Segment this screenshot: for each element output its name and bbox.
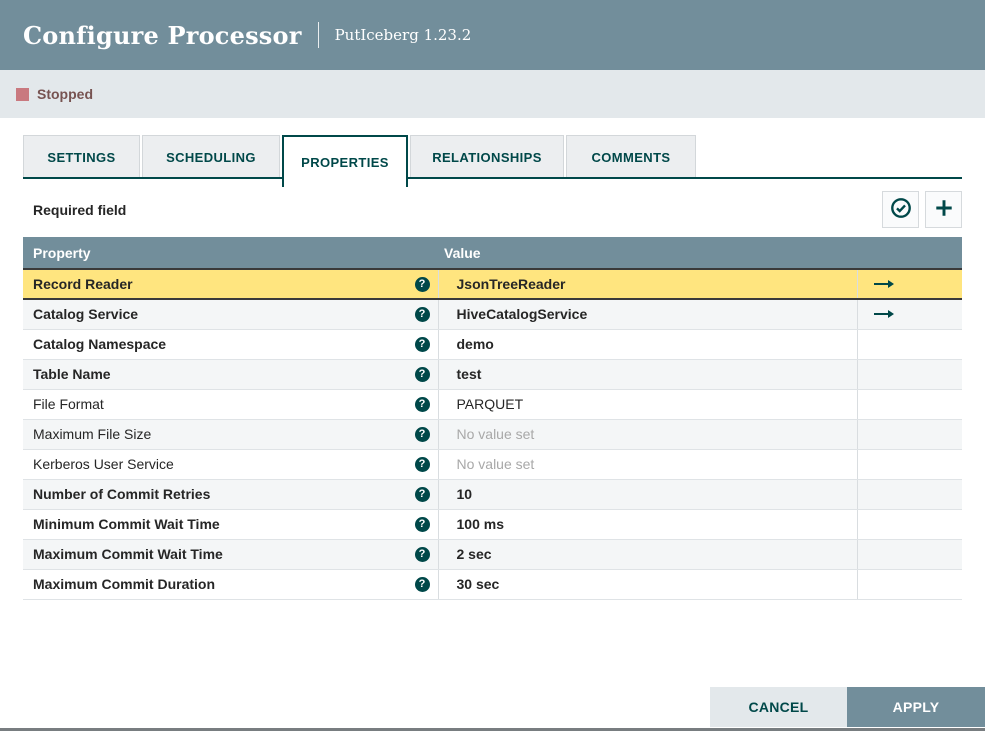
property-value[interactable]: No value set: [457, 426, 535, 442]
help-icon[interactable]: ?: [414, 276, 430, 292]
property-row[interactable]: Minimum Commit Wait Time? 100 ms: [23, 509, 962, 540]
apply-button[interactable]: APPLY: [847, 687, 985, 727]
property-value[interactable]: HiveCatalogService: [457, 306, 588, 322]
property-name: Maximum Commit Duration: [33, 576, 216, 592]
property-name: Minimum Commit Wait Time: [33, 516, 220, 532]
status-bar: Stopped: [0, 70, 985, 118]
tab-settings[interactable]: SETTINGS: [23, 135, 140, 179]
dialog-content: SETTINGS SCHEDULING PROPERTIES RELATIONSHIP…: [0, 135, 985, 600]
property-value[interactable]: 2 sec: [457, 546, 492, 562]
property-value[interactable]: No value set: [457, 456, 535, 472]
property-row[interactable]: Record Reader? JsonTreeReader: [23, 268, 962, 300]
processor-name-version: PutIceberg 1.23.2: [334, 26, 472, 44]
property-value[interactable]: 30 sec: [457, 576, 500, 592]
properties-toolbar: Required field: [23, 191, 962, 228]
help-icon[interactable]: ?: [414, 426, 430, 442]
property-value[interactable]: test: [457, 366, 482, 382]
property-value[interactable]: PARQUET: [457, 396, 524, 412]
help-icon[interactable]: ?: [414, 306, 430, 322]
property-name: Number of Commit Retries: [33, 486, 211, 502]
goto-service-button[interactable]: [873, 307, 894, 322]
property-row[interactable]: Number of Commit Retries? 10: [23, 479, 962, 510]
add-property-button[interactable]: [925, 191, 962, 228]
property-name: Maximum File Size: [33, 426, 152, 442]
tab-bar: SETTINGS SCHEDULING PROPERTIES RELATIONSHIP…: [23, 135, 962, 187]
property-row[interactable]: Table Name? test: [23, 359, 962, 390]
properties-table: Property Value Record Reader? JsonTreeRea…: [23, 237, 962, 600]
property-name: Catalog Namespace: [33, 336, 167, 352]
property-name: Maximum Commit Wait Time: [33, 546, 223, 562]
property-name: Catalog Service: [33, 306, 139, 323]
goto-service-button[interactable]: [873, 277, 894, 292]
help-icon[interactable]: ?: [414, 456, 430, 472]
toolbar-actions: [882, 191, 962, 228]
column-header-value: Value: [438, 237, 857, 269]
property-name: Table Name: [33, 366, 111, 382]
help-icon[interactable]: ?: [414, 576, 430, 592]
property-row[interactable]: Maximum Commit Duration? 30 sec: [23, 569, 962, 600]
help-icon[interactable]: ?: [414, 366, 430, 382]
property-value[interactable]: 10: [457, 486, 473, 502]
column-header-goto: [857, 237, 962, 269]
property-name: Record Reader: [33, 276, 133, 292]
property-name: File Format: [33, 396, 104, 412]
help-icon[interactable]: ?: [414, 336, 430, 352]
tab-relationships[interactable]: RELATIONSHIPS: [410, 135, 564, 179]
arrow-right-icon: [873, 307, 894, 322]
property-value[interactable]: 100 ms: [457, 516, 504, 532]
dialog-header: Configure Processor PutIceberg 1.23.2: [0, 0, 985, 70]
property-name: Kerberos User Service: [33, 456, 174, 472]
dialog-footer: CANCEL APPLY: [710, 687, 985, 727]
plus-icon: [933, 197, 955, 222]
help-icon[interactable]: ?: [414, 486, 430, 502]
stopped-icon: [16, 87, 29, 101]
help-icon[interactable]: ?: [414, 516, 430, 532]
property-row[interactable]: Catalog Service? HiveCatalogService: [23, 299, 962, 330]
arrow-right-icon: [873, 277, 894, 292]
check-circle-icon: [890, 197, 912, 222]
tab-comments[interactable]: COMMENTS: [566, 135, 696, 179]
property-value[interactable]: JsonTreeReader: [457, 276, 566, 292]
property-row[interactable]: Kerberos User Service? No value set: [23, 449, 962, 480]
cancel-button[interactable]: CANCEL: [710, 687, 847, 727]
help-icon[interactable]: ?: [414, 546, 430, 562]
tab-scheduling[interactable]: SCHEDULING: [142, 135, 280, 179]
table-header-row: Property Value: [23, 237, 962, 269]
title-separator: [317, 22, 319, 48]
dialog-title: Configure Processor: [23, 20, 302, 50]
help-icon[interactable]: ?: [414, 396, 430, 412]
verify-properties-button[interactable]: [882, 191, 919, 228]
property-row[interactable]: File Format? PARQUET: [23, 389, 962, 420]
property-row[interactable]: Maximum File Size? No value set: [23, 419, 962, 450]
property-value[interactable]: demo: [457, 336, 494, 352]
required-field-label: Required field: [33, 201, 127, 218]
property-row[interactable]: Maximum Commit Wait Time? 2 sec: [23, 539, 962, 570]
status-label: Stopped: [37, 86, 93, 102]
property-row[interactable]: Catalog Namespace? demo: [23, 329, 962, 360]
column-header-property: Property: [23, 237, 438, 269]
configure-processor-dialog: Configure Processor PutIceberg 1.23.2 St…: [0, 0, 985, 731]
tab-properties[interactable]: PROPERTIES: [282, 135, 408, 187]
